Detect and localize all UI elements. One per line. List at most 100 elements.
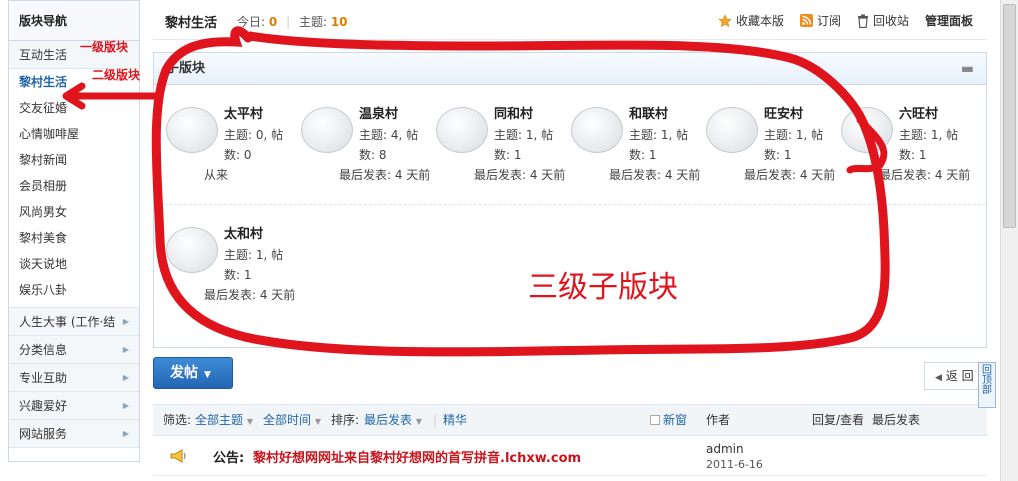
forum-sidebar: 版块导航 互动生活 黎村生活 交友征婚 心情咖啡屋 黎村新闻 会员相册 风尚男女… (8, 0, 140, 462)
column-replies-views: 回复/查看 (812, 413, 865, 427)
filter-all-time[interactable]: 全部时间 ▼ (263, 405, 321, 437)
subboard-name[interactable]: 六旺村 (899, 103, 938, 122)
filter-digest-link[interactable]: 精华 (443, 405, 467, 435)
scrollbar-thumb[interactable] (1003, 4, 1016, 228)
subboard-name[interactable]: 太和村 (224, 223, 263, 242)
sidebar-item-dating[interactable]: 交友征婚 (9, 95, 139, 121)
sidebar-category-label: 网站服务 (19, 427, 68, 441)
new-window-toggle[interactable]: 新窗 (650, 405, 687, 435)
subboard-name[interactable]: 和联村 (629, 103, 668, 122)
sidebar-item-album[interactable]: 会员相册 (9, 173, 139, 199)
sidebar-category-label: 兴趣爱好 (19, 399, 68, 413)
column-last-post: 最后发表 (872, 413, 921, 427)
subscribe-label: 订阅 (816, 14, 841, 28)
forum-bubble-icon (571, 107, 623, 153)
sidebar-item-lichun-life[interactable]: 黎村生活 (9, 69, 139, 95)
today-count: 0 (268, 15, 278, 29)
sidebar-category-classifieds[interactable]: 分类信息 ▶ (9, 336, 139, 364)
sidebar-category-hobbies[interactable]: 兴趣爱好 ▶ (9, 392, 139, 420)
rss-icon (799, 14, 813, 27)
subscribe-button[interactable]: 订阅 (799, 12, 841, 29)
subboard-name[interactable]: 旺安村 (764, 103, 803, 122)
admin-panel-label: 管理面板 (924, 14, 973, 28)
megaphone-icon (170, 449, 186, 463)
subboard-name[interactable]: 温泉村 (359, 103, 398, 122)
announcement-author[interactable]: admin (706, 442, 744, 456)
subboard-panel-header: 子版块 ▬ (154, 53, 986, 85)
subboard-stats: 主题: 1, 帖数: 1 (899, 128, 959, 162)
subboard-last-post: 最后发表: 4 天前 (204, 288, 296, 302)
sidebar-item-food[interactable]: 黎村美食 (9, 225, 139, 251)
sidebar-category-site-services[interactable]: 网站服务 ▶ (9, 420, 139, 448)
divider: | (433, 413, 438, 427)
forum-bubble-icon (301, 107, 353, 153)
subboard-last-post: 最后发表: 4 天前 (609, 168, 701, 182)
sidebar-category-label: 专业互助 (19, 371, 68, 385)
announcement-title[interactable]: 黎村好想网网址来自黎村好想网的首写拼音.lchxw.com (253, 447, 581, 466)
sort-label: 排序: (331, 413, 360, 427)
forum-bubble-icon (166, 107, 218, 153)
today-label: 今日: (237, 15, 266, 29)
subboard-stats: 主题: 1, 帖数: 1 (494, 128, 554, 162)
back-button[interactable]: ◀ 返 回 (924, 362, 980, 390)
filter-all-topics-label: 全部主题 (195, 413, 244, 427)
announcement-label: 公告: (213, 451, 245, 466)
column-author: 作者 (706, 413, 731, 427)
chevron-right-icon: ▶ (122, 429, 129, 438)
sidebar-category-help[interactable]: 专业互助 ▶ (9, 364, 139, 392)
subboard-last-post: 最后发表: 4 天前 (474, 168, 566, 182)
subboard-name[interactable]: 同和村 (494, 103, 533, 122)
recycle-bin-label: 回收站 (872, 14, 909, 28)
forum-bubble-icon (436, 107, 488, 153)
sort-dropdown[interactable]: 最后发表 ▼ (364, 405, 422, 437)
forum-bubble-icon (166, 227, 218, 273)
filter-label: 筛选: (163, 413, 192, 427)
subboard-last-post: 从来 (204, 168, 229, 182)
chevron-right-icon: ▶ (122, 317, 129, 326)
sidebar-category-label: 人生大事 (工作·结 (19, 315, 116, 329)
filter-all-time-label: 全部时间 (263, 413, 312, 427)
forum-bubble-icon (706, 107, 758, 153)
filter-all-topics[interactable]: 全部主题 ▼ (195, 405, 253, 437)
subboard-stats: 主题: 0, 帖数: 0 (224, 128, 284, 162)
favorite-label: 收藏本版 (735, 14, 784, 28)
subboard-stats: 主题: 4, 帖数: 8 (359, 128, 419, 162)
collapse-icon[interactable]: ▬ (961, 53, 974, 85)
star-icon (718, 13, 732, 27)
sort-value: 最后发表 (364, 413, 413, 427)
topics-count: 10 (330, 15, 348, 29)
recycle-bin-button[interactable]: 回收站 (857, 12, 909, 29)
forum-stats: 今日: 0 | 主题: 10 (237, 13, 348, 30)
back-label: 返 回 (945, 369, 974, 383)
subboard-stats: 主题: 1, 帖数: 1 (764, 128, 824, 162)
forum-bubble-icon (841, 107, 893, 153)
sidebar-item-entertainment[interactable]: 娱乐八卦 (9, 277, 139, 303)
forum-header: 黎村生活 今日: 0 | 主题: 10 收藏本版 订阅 回收站 管理面板 (153, 0, 987, 40)
checkbox[interactable] (650, 415, 660, 425)
back-to-top-button[interactable]: 回顶部 (978, 362, 996, 408)
chevron-down-icon: ▼ (246, 417, 253, 426)
forum-tools: 收藏本版 订阅 回收站 管理面板 (718, 12, 973, 29)
admin-panel-button[interactable]: 管理面板 (925, 12, 973, 29)
page-scrollbar[interactable] (1000, 0, 1018, 481)
new-post-button[interactable]: 发帖 ▼ (153, 357, 233, 389)
sidebar-item-fashion[interactable]: 风尚男女 (9, 199, 139, 225)
chevron-right-icon: ▶ (122, 401, 129, 410)
thread-filter-bar: 筛选: 全部主题 ▼ 全部时间 ▼ 排序: 最后发表 ▼ | 精华 新窗 作者 … (153, 404, 987, 436)
subboard-name[interactable]: 太平村 (224, 103, 263, 122)
sidebar-item-chat[interactable]: 谈天说地 (9, 251, 139, 277)
sidebar-category-label: 互动生活 (19, 48, 68, 62)
sidebar-category-interactive-life[interactable]: 互动生活 (9, 41, 139, 69)
chevron-left-icon: ◀ (935, 373, 942, 383)
new-window-label: 新窗 (663, 413, 688, 427)
sidebar-item-mood-cafe[interactable]: 心情咖啡屋 (9, 121, 139, 147)
sidebar-category-label: 分类信息 (19, 343, 68, 357)
sidebar-category-life-events[interactable]: 人生大事 (工作·结 ▶ (9, 308, 139, 336)
chevron-down-icon: ▼ (415, 417, 422, 426)
favorite-button[interactable]: 收藏本版 (718, 12, 784, 29)
new-post-label: 发帖 (170, 365, 198, 381)
chevron-down-icon: ▼ (204, 370, 211, 380)
sidebar-item-news[interactable]: 黎村新闻 (9, 147, 139, 173)
subboard-last-post: 最后发表: 4 天前 (879, 168, 971, 182)
sidebar-title: 版块导航 (9, 1, 139, 41)
